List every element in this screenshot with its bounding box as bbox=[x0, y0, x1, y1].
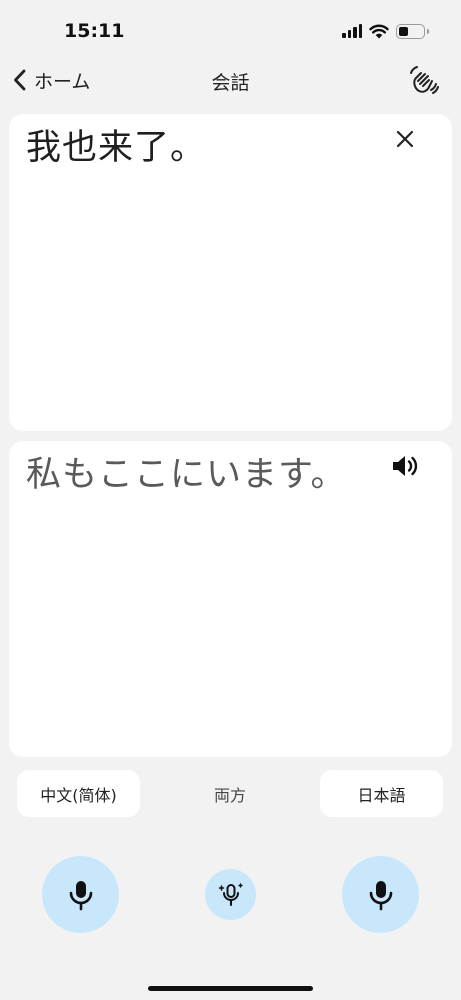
close-icon bbox=[396, 130, 414, 148]
wifi-icon bbox=[369, 24, 389, 38]
home-indicator[interactable] bbox=[148, 986, 313, 991]
status-bar: 15:11 bbox=[0, 0, 461, 56]
mic-left-button[interactable] bbox=[42, 856, 119, 933]
language-selector: 中文(简体) 両方 日本語 bbox=[0, 770, 461, 818]
top-nav: ホーム 会話 bbox=[0, 58, 461, 102]
cellular-signal-icon bbox=[342, 24, 362, 38]
battery-icon bbox=[396, 23, 429, 39]
hand-wave-button[interactable] bbox=[405, 62, 441, 98]
speak-button[interactable] bbox=[387, 448, 423, 484]
mic-icon bbox=[69, 880, 92, 910]
source-text[interactable]: 我也来了。 bbox=[26, 126, 382, 170]
status-time: 15:11 bbox=[64, 20, 125, 42]
language-left-button[interactable]: 中文(简体) bbox=[17, 770, 140, 817]
mic-sparkle-icon bbox=[218, 882, 243, 906]
mic-icon bbox=[369, 880, 392, 910]
hand-wave-icon bbox=[410, 66, 439, 94]
speaker-icon bbox=[393, 456, 418, 476]
translated-text: 私もここにいます。 bbox=[26, 455, 347, 495]
language-right-button[interactable]: 日本語 bbox=[320, 770, 443, 817]
clear-button[interactable] bbox=[387, 121, 423, 157]
status-icons bbox=[342, 20, 429, 42]
page-title: 会話 bbox=[211, 72, 250, 94]
source-text-panel[interactable]: 我也来了。 bbox=[9, 114, 452, 431]
language-both-button[interactable]: 両方 bbox=[180, 770, 280, 817]
auto-mic-button[interactable] bbox=[205, 869, 256, 920]
translated-text-panel: 私もここにいます。 bbox=[9, 441, 452, 757]
mic-right-button[interactable] bbox=[342, 856, 419, 933]
